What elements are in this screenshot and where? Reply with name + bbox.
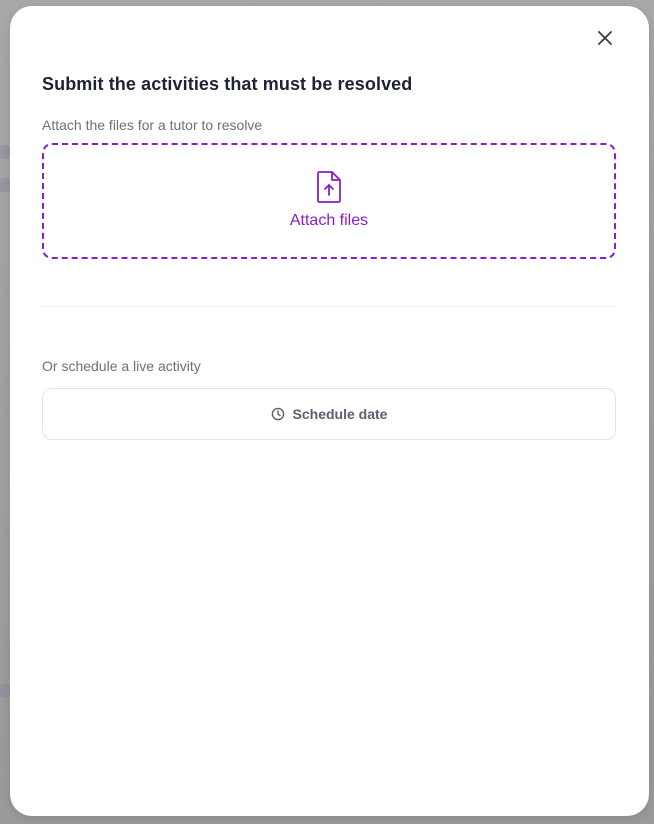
schedule-date-button-label: Schedule date	[292, 406, 388, 422]
modal-title: Submit the activities that must be resol…	[42, 74, 413, 94]
background-fragment	[0, 684, 10, 698]
background-fragment	[0, 178, 10, 192]
attach-files-label: Attach the files for a tutor to resolve	[42, 117, 263, 133]
schedule-date-button[interactable]: Schedule date	[42, 388, 616, 440]
schedule-activity-label: Or schedule a live activity	[42, 358, 201, 374]
close-button[interactable]	[593, 26, 617, 50]
submit-activities-modal: Submit the activities that must be resol…	[10, 6, 649, 816]
attach-files-dropzone[interactable]: Attach files	[42, 143, 616, 259]
attach-files-button-label: Attach files	[289, 212, 369, 229]
background-fragment	[0, 145, 10, 159]
file-upload-icon	[317, 171, 341, 203]
close-icon	[598, 31, 612, 45]
clock-icon	[271, 407, 284, 421]
section-divider	[42, 306, 616, 307]
